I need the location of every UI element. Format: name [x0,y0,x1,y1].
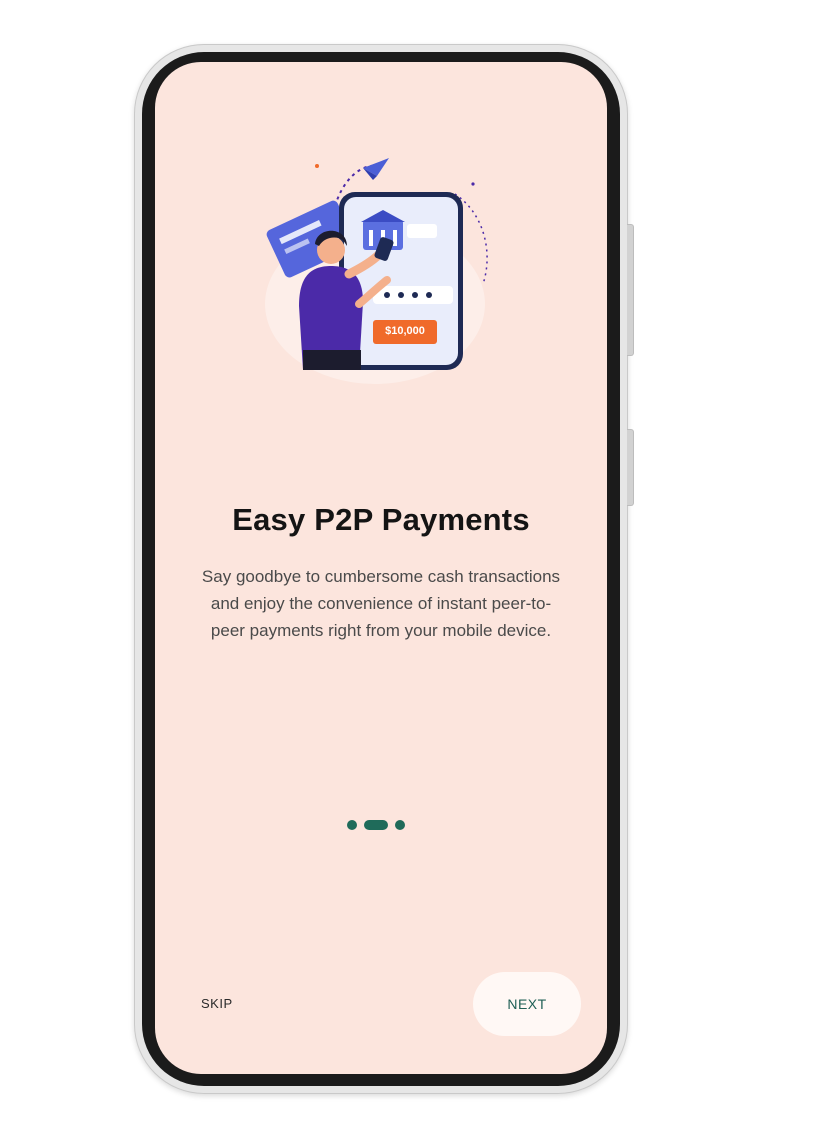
skip-button[interactable]: SKIP [201,996,233,1011]
next-button-label: NEXT [507,996,547,1012]
power-button [627,429,634,506]
page-title: Easy P2P Payments [232,502,530,537]
volume-button [627,224,634,356]
page-description: Say goodbye to cumbersome cash transacti… [201,567,561,640]
onboarding-screen: $10,000 Easy P2P Payments Say goodbye to… [155,62,607,1074]
amount-label: $10,000 [385,325,425,337]
pagination-dot-active[interactable] [364,820,388,830]
pagination-dot[interactable] [395,820,405,830]
pagination-dot[interactable] [347,820,357,830]
next-button[interactable]: NEXT [473,972,581,1036]
payment-illustration-icon: $10,000 [255,154,515,384]
pagination-indicator [347,820,405,830]
